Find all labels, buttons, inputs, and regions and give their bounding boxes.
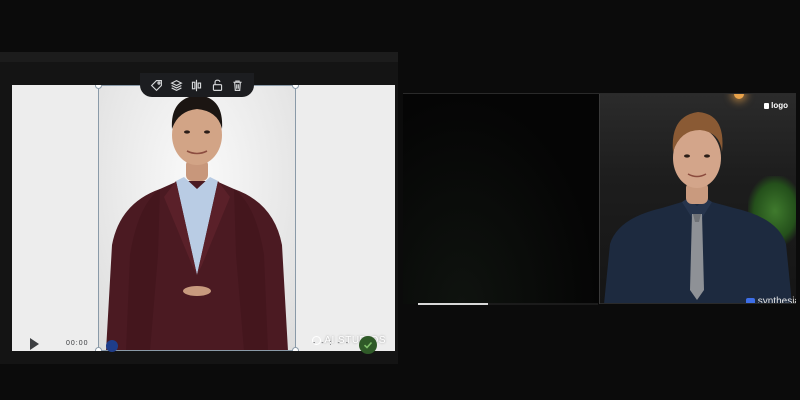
play-icon[interactable] [30,338,39,350]
confirm-button[interactable] [359,336,377,354]
tag-icon[interactable] [148,77,164,93]
synthesia-avatar [604,112,792,304]
preview-dark-area [403,94,599,304]
preview-progress-fill [418,303,489,305]
video-preview[interactable]: logo synthesia [403,93,796,305]
resize-handle-tr[interactable] [292,85,299,89]
logo-icon [764,102,770,109]
layers-icon[interactable] [169,77,185,93]
duration-placeholder: - - : - - [313,340,351,347]
preview-bottom-line [600,303,796,304]
align-icon[interactable] [189,77,205,93]
editor-panel: AI STUDIOS 00:00 - -: - - [0,52,398,364]
check-icon [363,341,373,349]
playback-bar: 00:00 - - : - - [0,328,398,364]
preview-scene: logo synthesia [600,94,796,304]
avatar-selection-frame[interactable] [98,85,296,351]
object-toolbar [140,73,254,97]
logo-text: logo [771,101,788,110]
current-time: 00:00 [66,340,89,347]
record-button[interactable] [106,340,118,352]
brand-logo: logo [764,101,788,110]
canvas-stage[interactable]: AI STUDIOS [12,85,395,351]
editor-top-band [0,52,398,62]
trash-icon[interactable] [230,77,246,93]
unlock-icon[interactable] [209,77,225,93]
preview-progress-bar[interactable] [418,303,598,305]
